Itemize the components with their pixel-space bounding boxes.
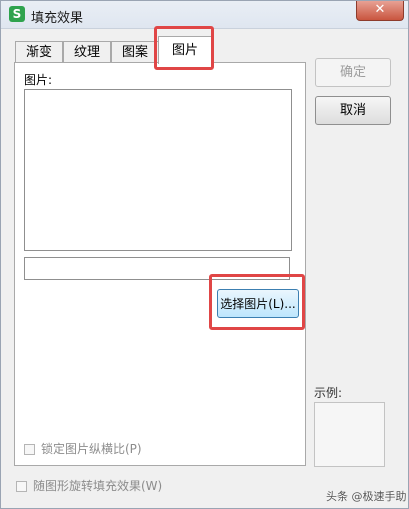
cancel-button[interactable]: 取消 xyxy=(315,96,391,125)
close-button[interactable]: ✕ xyxy=(356,1,404,21)
window-title: 填充效果 xyxy=(31,11,84,26)
rotate-with-shape-checkbox[interactable] xyxy=(16,481,27,492)
wps-app-icon: S xyxy=(9,6,25,22)
sample-preview xyxy=(314,402,385,467)
picture-path-field[interactable] xyxy=(24,257,290,280)
tab-texture[interactable]: 纹理 xyxy=(63,41,111,63)
fill-effects-dialog: S 填充效果 ✕ 渐变 纹理 图案 图片 图片: 选择图片(L)... 锁定图片… xyxy=(0,0,409,509)
select-picture-button[interactable]: 选择图片(L)... xyxy=(217,289,299,318)
sample-label: 示例: xyxy=(314,386,343,400)
title-bar: S 填充效果 ✕ xyxy=(1,1,408,29)
picture-tab-panel: 图片: 选择图片(L)... 锁定图片纵横比(P) xyxy=(14,62,306,466)
rotate-with-shape-option[interactable]: 随图形旋转填充效果(W) xyxy=(16,477,162,494)
lock-aspect-checkbox[interactable] xyxy=(24,444,35,455)
watermark-text: 头条 @极速手助 xyxy=(326,490,407,503)
ok-button[interactable]: 确定 xyxy=(315,58,391,87)
tab-pattern[interactable]: 图案 xyxy=(111,41,159,63)
tab-gradient[interactable]: 渐变 xyxy=(15,41,63,63)
rotate-with-shape-label: 随图形旋转填充效果(W) xyxy=(33,479,163,493)
tab-picture[interactable]: 图片 xyxy=(158,36,212,64)
picture-label: 图片: xyxy=(24,73,53,87)
picture-preview xyxy=(24,89,292,251)
lock-aspect-option[interactable]: 锁定图片纵横比(P) xyxy=(24,440,142,457)
lock-aspect-label: 锁定图片纵横比(P) xyxy=(41,442,142,456)
